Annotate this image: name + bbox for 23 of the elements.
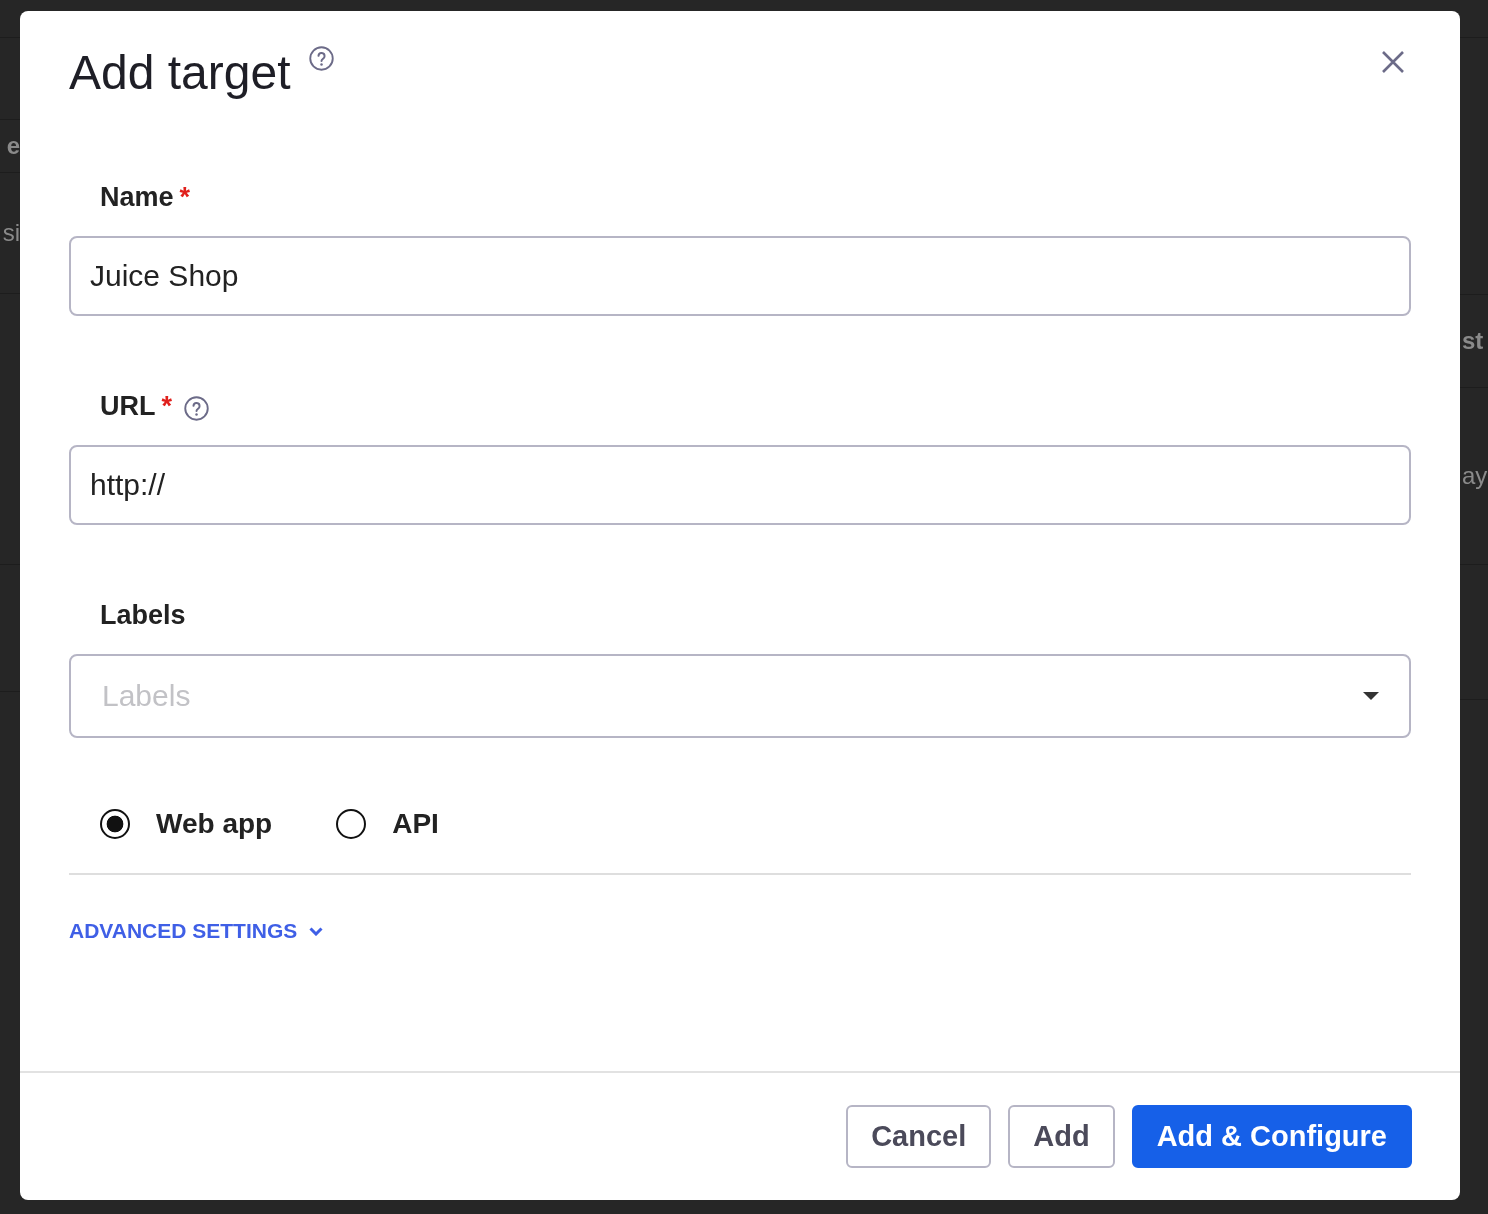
caret-icon	[1363, 692, 1379, 700]
dialog-button[interactable]: Add	[1008, 1105, 1115, 1168]
background-text: st	[1462, 327, 1484, 355]
close-button[interactable]	[1382, 51, 1404, 73]
dialog-button[interactable]: Add & Configure	[1131, 1105, 1412, 1168]
advanced-settings-link[interactable]: ADVANCED SETTINGS	[69, 917, 324, 945]
background-text: ay	[1462, 462, 1488, 490]
help-icon[interactable]	[309, 46, 335, 71]
field-label: Labels	[100, 599, 186, 631]
radio-option[interactable]: API	[336, 808, 439, 840]
radio-option[interactable]: Web app	[100, 808, 273, 840]
labels-dropdown[interactable]: Labels	[69, 654, 1411, 738]
background-text: e	[6, 132, 20, 160]
help-icon[interactable]	[184, 395, 209, 421]
background-text: si	[2, 219, 20, 247]
text-input[interactable]: Juice Shop	[69, 236, 1411, 316]
field-label: URL *	[100, 390, 172, 422]
close-icon	[1382, 51, 1404, 73]
field-label: Name *	[100, 181, 191, 213]
dialog-title: Add target	[69, 45, 291, 101]
dialog-button[interactable]: Cancel	[846, 1105, 992, 1168]
text-input[interactable]: http://	[69, 445, 1411, 525]
chevron-down-icon	[309, 926, 324, 936]
